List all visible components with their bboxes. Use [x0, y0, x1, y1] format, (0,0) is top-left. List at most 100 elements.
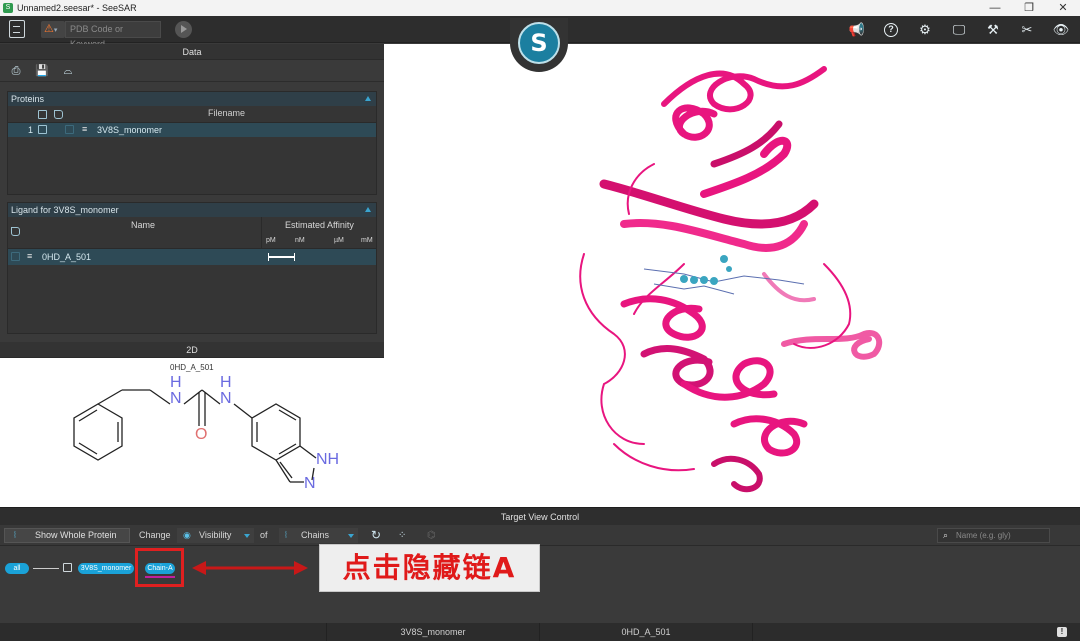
eye-icon[interactable]: 👁 [1048, 20, 1074, 39]
target-view-toolbar: ⦚ Show Whole Protein Change ◉ Visibility… [0, 525, 1080, 546]
eye-icon: ◉ [183, 530, 191, 540]
affinity-range-bar [268, 256, 294, 258]
change-label: Change [139, 530, 171, 540]
atom-nh-ring: NH [316, 451, 340, 468]
ligands-section-header[interactable]: Ligand for 3V8S_monomer [8, 203, 376, 217]
protein-chain-icon: ⦚ [14, 530, 16, 540]
atom-n-ring: N [304, 475, 316, 492]
twod-panel: 2D 0HD_A_501 H N H N O NH N [0, 342, 384, 507]
monitor-icon[interactable]: 🖵 [946, 20, 972, 39]
column-divider [261, 217, 262, 249]
collapse-icon[interactable] [365, 207, 371, 212]
settings-icon[interactable]: ⚙ [912, 20, 938, 39]
app-icon: S [3, 3, 13, 13]
twod-panel-title: 2D [0, 342, 384, 358]
ligands-column-header: Name Estimated Affinity pM nM µM mM [8, 217, 376, 249]
chevron-down-icon: ▾ [53, 27, 58, 34]
warning-icon: ⚠ [44, 23, 54, 35]
proteins-column-header: Filename [8, 106, 376, 123]
molecule-drawing [73, 389, 317, 483]
visibility-dropdown-value: Visibility [199, 530, 232, 540]
ligand-row[interactable]: ≡ 0HD_A_501 [8, 249, 376, 265]
of-label: of [260, 530, 268, 540]
window-controls: — ❐ ✕ [978, 0, 1080, 16]
affinity-column-header: Estimated Affinity [285, 220, 354, 230]
status-protein: 3V8S_monomer [326, 623, 539, 641]
maximize-button[interactable]: ❐ [1012, 0, 1046, 16]
tools-alt-icon[interactable]: ✂ [1014, 20, 1040, 39]
file-icon[interactable] [9, 20, 25, 38]
ligands-section: Ligand for 3V8S_monomer Name Estimated A… [7, 202, 377, 334]
comment-toggle-icon[interactable] [65, 125, 74, 134]
twod-structure-canvas: 0HD_A_501 H N H N O NH N [0, 358, 384, 507]
affinity-range-cap-right [294, 253, 295, 261]
data-panel-title: Data [0, 44, 384, 60]
proteins-section-title: Proteins [11, 94, 45, 104]
file-lines-icon: ≡ [27, 251, 33, 261]
visibility-col-icon [38, 110, 47, 119]
unit-um: µM [334, 237, 344, 244]
chain-icon: ⦚ [285, 530, 287, 540]
tools-icon[interactable]: ⚒ [980, 20, 1006, 39]
protein-3d-viewer[interactable] [384, 44, 1080, 507]
tree-all-pill[interactable]: all [5, 563, 29, 574]
help-icon[interactable]: ? [878, 20, 904, 39]
file-lines-icon: ≡ [82, 124, 88, 134]
show-whole-protein-label: Show Whole Protein [35, 530, 117, 540]
protein-filename: 3V8S_monomer [97, 125, 163, 135]
megaphone-icon[interactable]: 📢 [844, 20, 870, 39]
data-toolbar: ⎙ 💾 ⌓ [0, 60, 384, 82]
unit-nm: nM [295, 237, 305, 244]
refresh-icon[interactable]: ↻ [371, 528, 381, 543]
double-arrow-icon [192, 561, 308, 575]
eye-filter-icon[interactable]: ⌓ [61, 64, 75, 78]
search-icon: ⌕ [943, 530, 949, 540]
tree-protein-pill[interactable]: 3V8S_monomer [78, 563, 134, 574]
chevron-down-icon [348, 534, 354, 538]
name-column-header: Name [131, 220, 156, 230]
scatter-icon[interactable]: ⁘ [398, 528, 406, 543]
collapse-icon[interactable] [365, 96, 371, 101]
tree-connector [33, 568, 59, 569]
window-title: Unnamed2.seesar* - SeeSAR [17, 3, 137, 13]
minimize-button[interactable]: — [978, 0, 1012, 16]
chevron-down-icon [244, 534, 250, 538]
notification-icon[interactable]: ! [1057, 627, 1067, 637]
disabled-tool-icon: ⌬ [427, 530, 436, 541]
atom-o: O [195, 426, 208, 443]
status-bar: 3V8S_monomer 0HD_A_501 ! [0, 623, 1080, 641]
show-whole-protein-button[interactable]: ⦚ Show Whole Protein [4, 528, 130, 543]
status-ligand: 0HD_A_501 [539, 623, 752, 641]
proteins-section-header[interactable]: Proteins [8, 92, 376, 106]
save-icon[interactable]: 💾 [35, 64, 49, 78]
visibility-dropdown[interactable]: ◉ Visibility [177, 528, 254, 543]
affinity-range-cap-left [268, 253, 269, 261]
chains-dropdown[interactable]: ⦚ Chains [279, 528, 358, 543]
warning-dropdown[interactable]: ⚠▾ [41, 21, 65, 38]
protein-visibility-icon[interactable] [63, 563, 72, 572]
annotation-callout: 点击隐藏链A [319, 544, 540, 592]
toolbar-right-icons: 📢 ? ⚙ 🖵 ⚒ ✂ 👁 [844, 20, 1074, 39]
filename-column-header: Filename [208, 108, 246, 118]
protein-row[interactable]: 1 ≡ 3V8S_monomer [8, 123, 376, 137]
residue-name-search-input[interactable]: ⌕ Name (e.g. gly) [937, 528, 1050, 543]
target-view-control-title: Target View Control [0, 507, 1080, 525]
stamp-icon[interactable]: ⎙ [9, 64, 23, 78]
close-button[interactable]: ✕ [1046, 0, 1080, 16]
comment-col-icon [54, 110, 63, 119]
visibility-toggle-icon[interactable] [38, 125, 47, 134]
protein-row-index: 1 [28, 125, 34, 135]
left-panel: Data ⎙ 💾 ⌓ Proteins Filename 1 ≡ 3V8S_mo… [0, 44, 384, 507]
highlight-box [135, 548, 184, 587]
proteins-section: Proteins Filename 1 ≡ 3V8S_monomer [7, 91, 377, 195]
logo-mark-icon: S [518, 22, 560, 64]
window-titlebar: S Unnamed2.seesar* - SeeSAR — ❐ ✕ [0, 0, 1080, 16]
play-icon[interactable] [175, 21, 192, 38]
name-search-placeholder: Name (e.g. gly) [956, 531, 1011, 540]
protein-ribbon-render [579, 66, 883, 493]
ligand-name: 0HD_A_501 [42, 252, 92, 262]
unit-pm: pM [266, 237, 276, 244]
pdb-search-input[interactable]: PDB Code or Keyword [65, 21, 161, 49]
unit-mm: mM [361, 237, 373, 244]
comment-toggle-icon[interactable] [11, 252, 20, 261]
